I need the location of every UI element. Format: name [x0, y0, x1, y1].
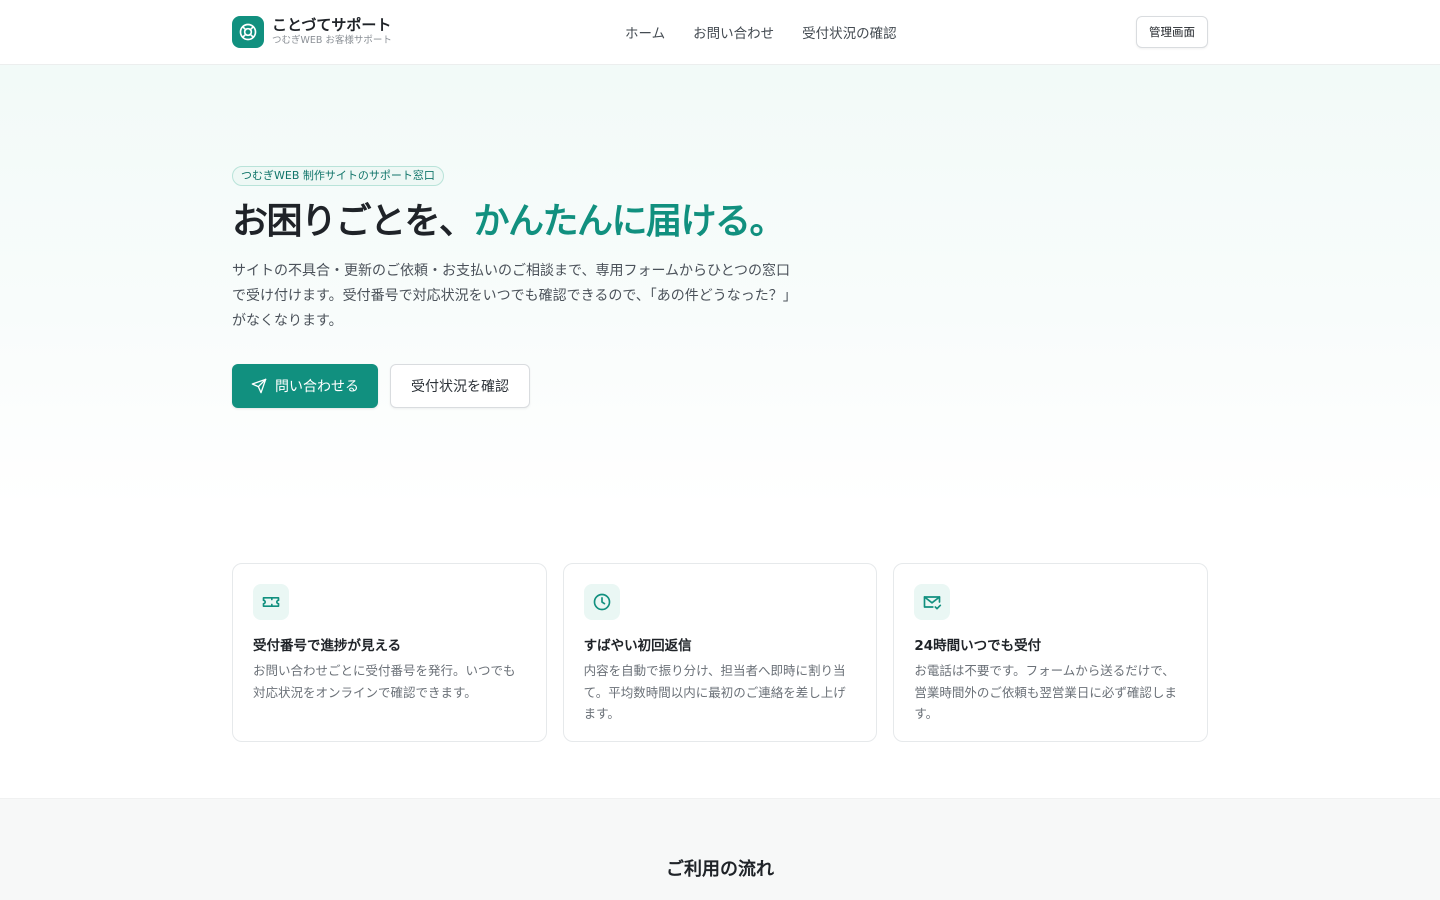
feature-card: 24時間いつでも受付 お電話は不要です。フォームから送るだけで、営業時間外のご依…	[893, 563, 1209, 742]
ticket-icon	[253, 584, 289, 620]
lifebuoy-icon	[232, 16, 264, 48]
clock-icon	[583, 584, 620, 620]
feature-title: すばやい初回返信	[583, 638, 692, 654]
contact-button-label: 問い合わせる	[275, 379, 359, 396]
hero-badge: つむぎWEB 制作サイトのサポート窓口	[232, 166, 444, 186]
send-icon	[251, 378, 267, 394]
main-nav: ホーム お問い合わせ 受付状況の確認	[625, 0, 897, 64]
feature-card: すばやい初回返信 内容を自動で振り分け、担当者へ即時に割り当て。平均数時間以内に…	[562, 563, 878, 742]
feature-card: 受付番号で進捗が見える お問い合わせごとに受付番号を発行。いつでも対応状況をオン…	[232, 563, 547, 742]
feature-text: 内容を自動で振り分け、担当者へ即時に割り当て。平均数時間以内に最初のご連絡を差し…	[583, 663, 846, 721]
brand-name: ことづてサポート	[272, 15, 392, 34]
feature-title: 受付番号で進捗が見える	[253, 638, 402, 654]
mail-check-icon	[914, 584, 951, 620]
flow-title: ご利用の流れ	[666, 859, 774, 880]
site-header: ことづてサポート つむぎWEB お客様サポート ホーム お問い合わせ 受付状況の…	[0, 0, 1440, 65]
nav-status[interactable]: 受付状況の確認	[802, 22, 897, 42]
hero-description: サイトの不具合・更新のご依頼・お支払いのご相談まで、専用フォームからひとつの窓口…	[232, 263, 797, 330]
feature-text: お電話は不要です。フォームから送るだけで、営業時間外のご依頼も翌営業日に必ず確認…	[914, 663, 1177, 721]
hero-title-main: お困りごとを、	[232, 201, 475, 242]
check-status-button[interactable]: 受付状況を確認	[390, 364, 530, 409]
brand[interactable]: ことづてサポート つむぎWEB お客様サポート	[232, 16, 392, 48]
flow-section: ご利用の流れ	[0, 798, 1440, 900]
contact-button[interactable]: 問い合わせる	[232, 364, 378, 409]
hero-title-accent: かんたんに届ける。	[473, 201, 786, 242]
feature-text: お問い合わせごとに受付番号を発行。いつでも対応状況をオンラインで確認できます。	[253, 663, 516, 700]
hero-section: つむぎWEB 制作サイトのサポート窓口 お困りごとを、かんたんに届ける。 サイト…	[0, 65, 1440, 507]
feature-title: 24時間いつでも受付	[914, 638, 1042, 654]
brand-subtitle: つむぎWEB お客様サポート	[272, 35, 392, 47]
hero-title: お困りごとを、かんたんに届ける。	[232, 200, 1208, 243]
nav-contact[interactable]: お問い合わせ	[693, 22, 774, 42]
nav-home[interactable]: ホーム	[625, 22, 665, 42]
admin-button[interactable]: 管理画面	[1136, 16, 1208, 48]
hero-actions: 問い合わせる 受付状況を確認	[232, 364, 1208, 409]
features-section: 受付番号で進捗が見える お問い合わせごとに受付番号を発行。いつでも対応状況をオン…	[0, 507, 1440, 798]
